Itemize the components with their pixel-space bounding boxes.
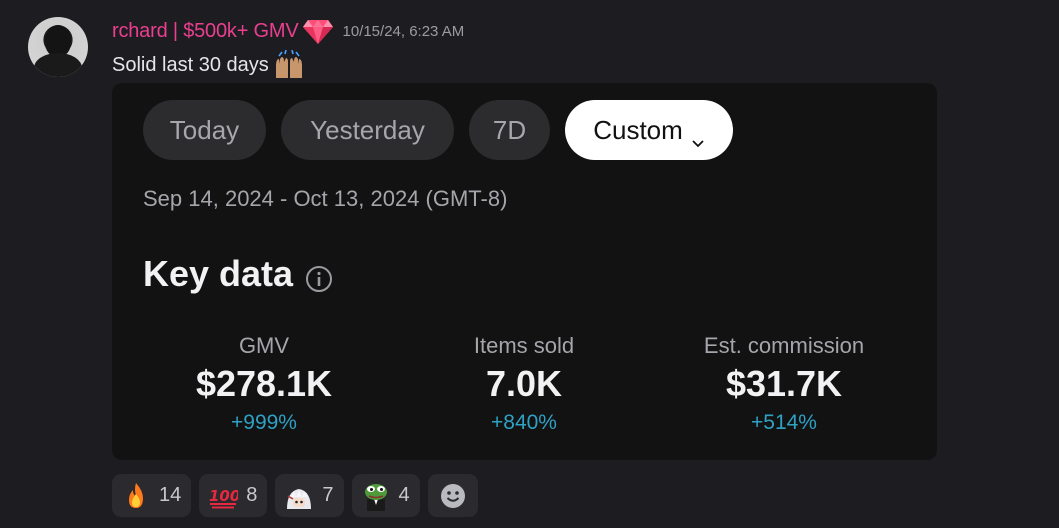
metric-label: GMV xyxy=(238,333,290,358)
metric-value: $278.1K xyxy=(195,363,333,404)
message-body: Solid last 30 days xyxy=(112,49,305,80)
section-title-text: Key data xyxy=(143,253,294,294)
info-icon[interactable] xyxy=(305,260,333,292)
avatar-shoulders xyxy=(34,53,82,77)
metric-label: Est. commission xyxy=(703,333,865,358)
hundred-points-icon: 100 xyxy=(208,481,241,511)
reaction-count: 14 xyxy=(159,484,182,506)
metric-change: +514% xyxy=(751,411,817,434)
reactions-bar: 14 100 8 7 4 xyxy=(112,474,478,517)
metric-value: $31.7K xyxy=(725,363,843,404)
filter-label: Custom xyxy=(593,114,683,145)
filter-custom[interactable]: Custom xyxy=(565,100,733,160)
anime-character-icon xyxy=(284,481,314,511)
gem-icon xyxy=(302,17,334,45)
filter-label: Today xyxy=(169,114,240,145)
section-title: Key data xyxy=(143,253,333,295)
message-text: Solid last 30 days xyxy=(112,53,269,76)
filter-yesterday[interactable]: Yesterday xyxy=(281,100,454,160)
username[interactable]: rchard | $500k+ GMV xyxy=(112,20,299,43)
add-reaction-button[interactable] xyxy=(427,474,478,517)
filter-today[interactable]: Today xyxy=(143,100,266,160)
reaction-count: 4 xyxy=(398,484,410,506)
svg-text:100: 100 xyxy=(209,487,238,505)
chat-message: rchard | $500k+ GMV 10/15/24, 6:23 AM So… xyxy=(0,0,1059,528)
metric-label: Items sold xyxy=(473,333,575,358)
metric-gmv: GMV $278.1K +999% xyxy=(144,333,384,435)
metric-change: +999% xyxy=(231,411,297,434)
timestamp: 10/15/24, 6:23 AM xyxy=(342,22,465,40)
filter-7d[interactable]: 7D xyxy=(469,100,550,160)
analytics-card: Today Yesterday 7D Custom Sep 14, 2024 -… xyxy=(112,83,937,460)
date-range: Sep 14, 2024 - Oct 13, 2024 (GMT-8) xyxy=(143,186,508,211)
add-reaction-smiley-icon xyxy=(440,483,465,508)
filter-label: Yesterday xyxy=(310,114,425,145)
reaction-hundred[interactable]: 100 8 xyxy=(199,474,268,517)
filter-label: 7D xyxy=(492,114,527,145)
raised-hands-icon xyxy=(273,49,305,80)
metric-items-sold: Items sold 7.0K +840% xyxy=(404,333,644,435)
reaction-pepe[interactable]: 4 xyxy=(351,474,420,517)
fire-icon xyxy=(121,481,151,511)
reaction-count: 7 xyxy=(322,484,334,506)
pepe-frog-icon xyxy=(361,481,391,511)
reaction-count: 8 xyxy=(246,484,258,506)
metric-change: +840% xyxy=(491,411,557,434)
avatar[interactable] xyxy=(28,17,88,77)
metric-est-commission: Est. commission $31.7K +514% xyxy=(664,333,904,435)
message-header: rchard | $500k+ GMV 10/15/24, 6:23 AM xyxy=(112,16,464,46)
metric-value: 7.0K xyxy=(485,363,563,404)
chevron-down-icon xyxy=(691,125,705,148)
reaction-fire[interactable]: 14 xyxy=(112,474,192,517)
reaction-anime[interactable]: 7 xyxy=(275,474,344,517)
